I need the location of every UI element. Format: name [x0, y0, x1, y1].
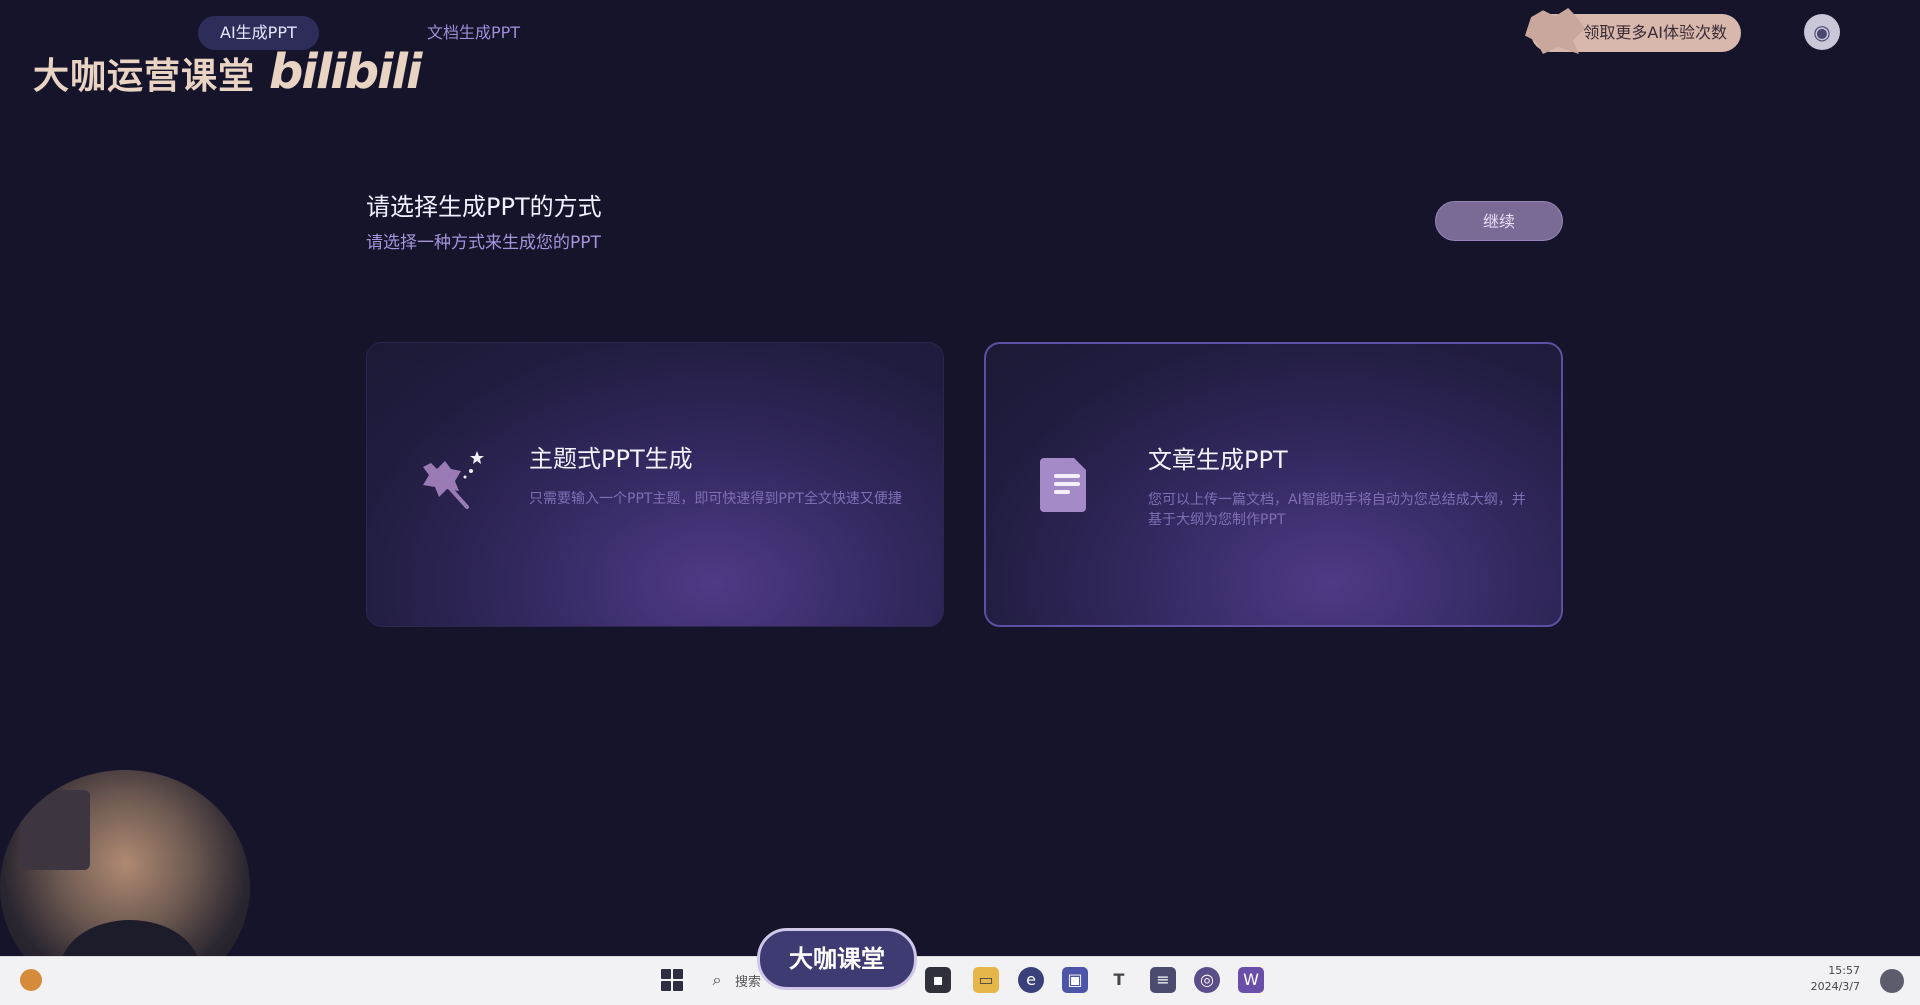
browser-icon[interactable]: ◎	[1194, 967, 1220, 993]
notification-icon[interactable]	[1880, 969, 1904, 993]
bookshelf	[20, 790, 90, 870]
card-article-ppt[interactable]: 文章生成PPT 您可以上传一篇文档，AI智能助手将自动为您总结成大纲，并基于大纲…	[984, 342, 1563, 627]
clock-time: 15:57	[1828, 964, 1860, 977]
user-avatar[interactable]: ◉	[1804, 14, 1840, 50]
card-title: 主题式PPT生成	[529, 445, 693, 473]
document-icon	[1040, 458, 1086, 512]
card-title: 文章生成PPT	[1148, 446, 1288, 474]
user-avatar-icon: ◉	[1813, 20, 1831, 44]
search-icon[interactable]: ⌕	[704, 967, 730, 993]
page-subtitle: 请选择一种方式来生成您的PPT	[366, 233, 601, 253]
notepad-icon[interactable]: ≡	[1150, 967, 1176, 993]
card-description: 只需要输入一个PPT主题，即可快速得到PPT全文快速又便捷	[529, 491, 902, 507]
folder-icon[interactable]: ▭	[973, 967, 999, 993]
taskbar: ⌕ 搜索 ▪ ▭ e ▣ T ≡ ◎ W 15:57 2024/3/7	[0, 956, 1920, 1005]
magic-wand-icon	[423, 451, 484, 509]
tab-doc-ppt[interactable]: 文档生成PPT	[405, 16, 542, 50]
continue-button[interactable]: 继续	[1435, 201, 1563, 241]
app-icon-1[interactable]: ▪	[925, 967, 951, 993]
word-icon[interactable]: W	[1238, 967, 1264, 993]
top-bar: AI生成PPT 文档生成PPT 大咖运营课堂 bilibili 领取更多AI体验次…	[3, 0, 1920, 100]
watermark-text: 大咖运营课堂	[33, 56, 256, 97]
clock[interactable]: 15:57 2024/3/7	[1806, 963, 1860, 995]
edge-icon[interactable]: e	[1018, 967, 1044, 993]
watermark-brand: bilibili	[269, 44, 422, 100]
burst-icon	[1525, 8, 1585, 54]
taskbar-search-label[interactable]: 搜索	[735, 971, 761, 990]
card-description: 您可以上传一篇文档，AI智能助手将自动为您总结成大纲，并基于大纲为您制作PPT	[1148, 492, 1526, 528]
page-title: 请选择生成PPT的方式	[366, 193, 602, 221]
windows-start-icon[interactable]	[661, 969, 683, 991]
card-theme-ppt[interactable]: 主题式PPT生成 只需要输入一个PPT主题，即可快速得到PPT全文快速又便捷	[366, 342, 944, 627]
clock-date: 2024/3/7	[1810, 980, 1860, 993]
promo-button[interactable]: 领取更多AI体验次数	[1525, 8, 1741, 54]
app-window: AI生成PPT 文档生成PPT 大咖运营课堂 bilibili 领取更多AI体验次…	[3, 0, 1920, 956]
weather-icon[interactable]	[20, 969, 42, 991]
promo-label: 领取更多AI体验次数	[1583, 23, 1727, 42]
channel-watermark: 大咖运营课堂 bilibili	[33, 44, 422, 100]
logo-seal: 大咖课堂	[757, 928, 917, 990]
text-app-icon[interactable]: T	[1106, 967, 1132, 993]
store-icon[interactable]: ▣	[1062, 967, 1088, 993]
